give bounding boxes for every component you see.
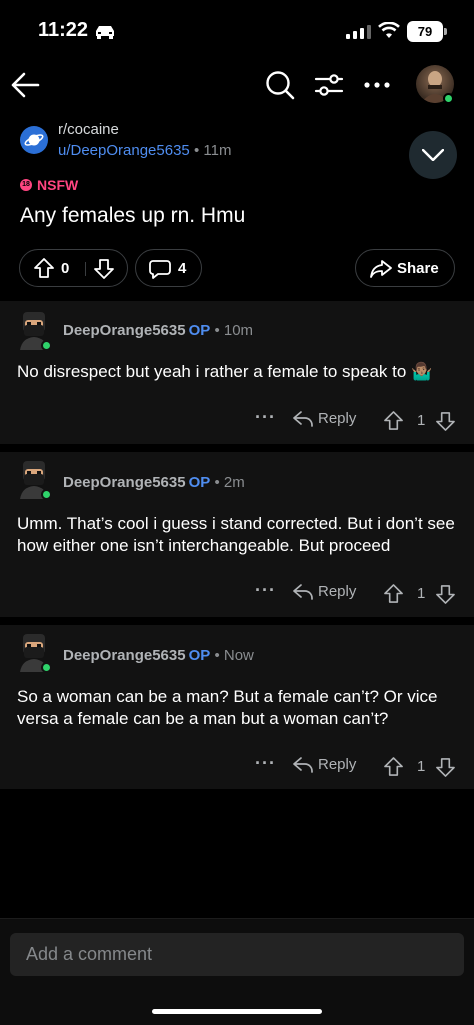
comment-composer-bar xyxy=(0,918,474,1025)
online-status-dot xyxy=(41,340,52,351)
downvote-icon[interactable] xyxy=(436,585,455,604)
comment-actions: ··· Reply 1 xyxy=(0,753,474,779)
cell-signal-icon xyxy=(346,25,372,39)
comment-card: DeepOrange5635 OP • Now So a woman can be… xyxy=(0,625,474,789)
more-options-button[interactable] xyxy=(361,64,393,106)
reply-arrow-icon xyxy=(293,583,313,600)
comment-more-button[interactable]: ··· xyxy=(255,580,276,601)
reply-label: Reply xyxy=(318,410,357,427)
post-title: Any females up rn. Hmu xyxy=(20,204,246,227)
comment-more-button[interactable]: ··· xyxy=(255,753,276,774)
reply-button[interactable]: Reply xyxy=(293,756,356,773)
nsfw-18-icon: 18 xyxy=(20,179,32,191)
op-badge: OP xyxy=(188,474,211,491)
post-age: 11m xyxy=(203,142,232,159)
comment-body: No disrespect but yeah i rather a female… xyxy=(17,362,433,381)
comment-time: Now xyxy=(223,647,254,664)
wifi-icon xyxy=(378,22,400,38)
reply-arrow-icon xyxy=(293,756,313,773)
post-vote-count: 0 xyxy=(61,260,70,277)
add-comment-input[interactable] xyxy=(10,933,464,976)
comment-header: DeepOrange5635 OP • Now xyxy=(63,647,254,664)
comments-button[interactable]: 4 xyxy=(135,249,202,287)
upvote-icon[interactable] xyxy=(34,258,54,278)
op-badge: OP xyxy=(188,322,211,339)
comment-body: Umm. That’s cool i guess i stand correct… xyxy=(17,514,455,555)
comment-vote-count: 1 xyxy=(417,758,426,775)
downvote-icon[interactable] xyxy=(436,412,455,431)
more-dots-icon xyxy=(364,82,390,88)
nsfw-badge: 18 NSFW xyxy=(20,177,78,193)
comment-author[interactable]: DeepOrange5635 xyxy=(63,647,186,664)
comment-body: So a woman can be a man? But a female ca… xyxy=(17,687,438,728)
share-arrow-icon xyxy=(370,260,392,278)
meta-separator: • xyxy=(214,647,220,664)
comment-header: DeepOrange5635 OP • 10m xyxy=(63,322,253,339)
status-time: 11:22 xyxy=(38,19,89,41)
chevron-down-icon xyxy=(422,149,444,161)
comment-more-button[interactable]: ··· xyxy=(255,407,276,428)
reply-button[interactable]: Reply xyxy=(293,583,356,600)
comment-author[interactable]: DeepOrange5635 xyxy=(63,474,186,491)
comment-author[interactable]: DeepOrange5635 xyxy=(63,322,186,339)
upvote-icon[interactable] xyxy=(384,584,403,603)
share-button[interactable]: Share xyxy=(355,249,455,287)
comment-actions: ··· Reply 1 xyxy=(0,407,474,433)
meta-separator: • xyxy=(193,142,200,159)
back-arrow-icon xyxy=(11,72,40,98)
online-status-dot xyxy=(41,489,52,500)
planet-icon xyxy=(24,134,44,146)
subreddit-name[interactable]: r/cocaine xyxy=(58,121,119,138)
comment-time: 2m xyxy=(223,474,245,491)
online-status-dot xyxy=(41,662,52,673)
battery-tip xyxy=(444,28,447,35)
post-author-line: u/DeepOrange5635 • 11m xyxy=(58,142,231,159)
comment-actions: ··· Reply 1 xyxy=(0,580,474,606)
nsfw-label: NSFW xyxy=(37,177,79,193)
comment-header: DeepOrange5635 OP • 2m xyxy=(63,474,245,491)
back-button[interactable] xyxy=(8,64,42,106)
battery-indicator: 79 xyxy=(407,21,443,42)
meta-separator: • xyxy=(214,474,220,491)
sliders-icon xyxy=(314,74,344,96)
meta-separator: • xyxy=(214,322,220,339)
status-bar: 11:22 79 xyxy=(0,0,474,60)
op-badge: OP xyxy=(188,647,211,664)
comment-count: 4 xyxy=(178,260,187,277)
home-indicator[interactable] xyxy=(152,1009,322,1014)
post-author[interactable]: u/DeepOrange5635 xyxy=(58,142,190,159)
upvote-icon[interactable] xyxy=(384,411,403,430)
comment-vote-count: 1 xyxy=(417,412,426,429)
reply-arrow-icon xyxy=(293,410,313,427)
top-nav xyxy=(0,60,474,110)
collapse-button[interactable] xyxy=(409,131,457,179)
sort-button[interactable] xyxy=(312,64,346,106)
vote-divider xyxy=(85,262,86,276)
comment-vote-count: 1 xyxy=(417,585,426,602)
comment-time: 10m xyxy=(223,322,254,339)
share-label: Share xyxy=(397,260,439,277)
reply-label: Reply xyxy=(318,756,357,773)
comment-card: DeepOrange5635 OP • 10m No disrespect but… xyxy=(0,301,474,444)
downvote-icon[interactable] xyxy=(436,758,455,777)
upvote-icon[interactable] xyxy=(384,757,403,776)
downvote-icon[interactable] xyxy=(94,259,114,279)
reply-button[interactable]: Reply xyxy=(293,410,356,427)
search-icon xyxy=(266,71,295,100)
vote-pill: 0 xyxy=(19,249,128,287)
comment-bubble-icon xyxy=(149,260,171,279)
search-button[interactable] xyxy=(263,64,297,106)
reply-label: Reply xyxy=(318,583,357,600)
car-icon xyxy=(96,26,114,39)
comment-card: DeepOrange5635 OP • 2m Umm. That’s cool i… xyxy=(0,452,474,617)
online-status-dot xyxy=(443,93,454,104)
subreddit-icon[interactable] xyxy=(20,126,48,154)
post-meta: r/cocaine u/DeepOrange5635 • 11m xyxy=(20,120,460,180)
